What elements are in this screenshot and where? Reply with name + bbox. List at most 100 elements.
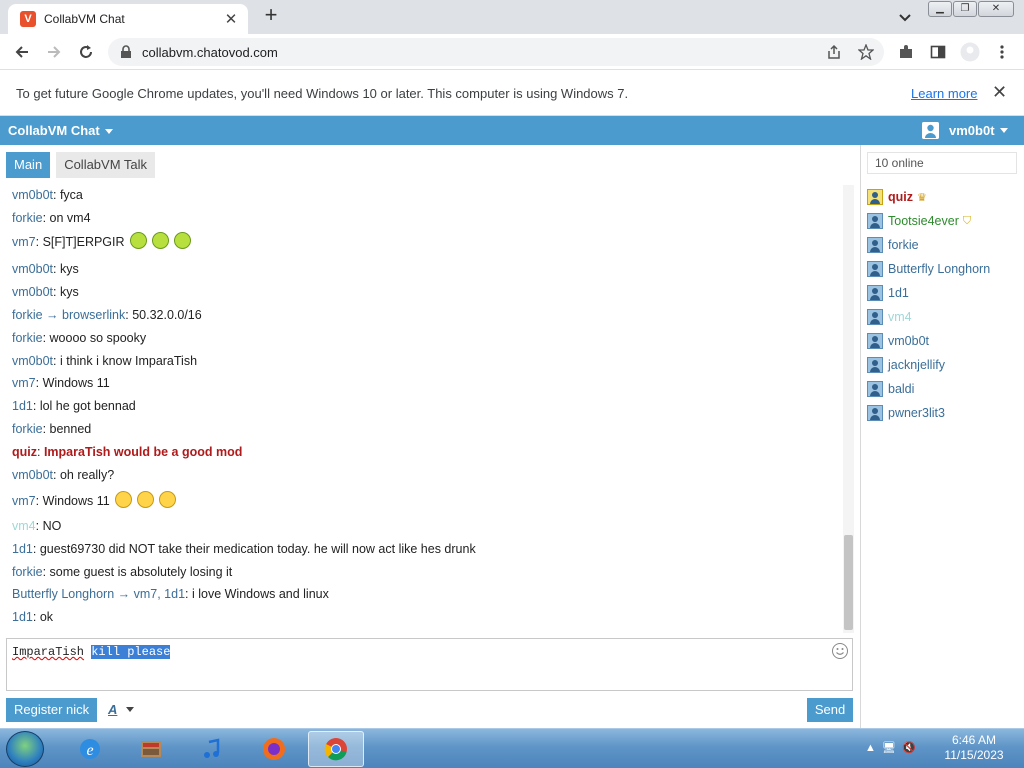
user-list-item[interactable]: forkie — [867, 235, 919, 255]
back-button[interactable] — [10, 40, 34, 64]
message-row: Butterfly Longhorn → vm7, 1d1: i love Wi… — [12, 584, 329, 604]
message-nick[interactable]: vm0b0t — [12, 262, 53, 276]
user-list-item[interactable]: 1d1 — [867, 283, 909, 303]
message-text: 50.32.0.0/16 — [132, 308, 202, 322]
message-nick[interactable]: forkie — [12, 565, 43, 579]
reload-button[interactable] — [74, 40, 98, 64]
chevron-down-icon — [104, 129, 113, 135]
user-list-item[interactable]: vm4 — [867, 307, 912, 327]
message-row: vm0b0t: fyca — [12, 185, 83, 205]
file-manager-icon[interactable] — [123, 731, 179, 767]
taskbar-clock[interactable]: 6:46 AM 11/15/2023 — [936, 733, 1012, 763]
reload-icon — [80, 45, 92, 58]
user-list-item[interactable]: Butterfly Longhorn — [867, 259, 990, 279]
user-list-item[interactable]: pwner3lit3 — [867, 403, 945, 423]
tab-main[interactable]: Main — [6, 152, 51, 178]
extensions-puzzle-icon[interactable] — [894, 40, 918, 64]
itunes-icon[interactable] — [184, 731, 240, 767]
browser-tab[interactable]: V CollabVM Chat ✕ — [8, 4, 248, 34]
message-nick[interactable]: forkie — [12, 331, 43, 345]
message-text: ok — [39, 610, 54, 624]
chrome-menu-icon[interactable] — [990, 40, 1014, 64]
user-icon — [867, 309, 883, 325]
update-infobar: To get future Google Chrome updates, you… — [0, 70, 1024, 116]
message-text: fyca — [59, 188, 83, 202]
infobar-close-icon[interactable]: ✕ — [992, 82, 1007, 103]
message-scrollbar[interactable] — [843, 185, 854, 633]
collabvm-favicon-icon: V — [20, 11, 36, 27]
message-input[interactable]: ImparaTish kill please — [6, 638, 853, 691]
message-nick[interactable]: Butterfly Longhorn — [12, 587, 114, 601]
message-nick[interactable]: vm0b0t — [12, 468, 53, 482]
message-nick[interactable]: vm0b0t — [12, 188, 53, 202]
message-nick[interactable]: vm0b0t — [12, 354, 53, 368]
tab-collabvm-talk[interactable]: CollabVM Talk — [56, 152, 156, 178]
font-format-icon: A — [108, 702, 118, 717]
message-recipient[interactable]: browserlink — [62, 308, 125, 322]
chrome-icon[interactable] — [308, 731, 364, 767]
user-icon — [867, 333, 883, 349]
tab-search-chevron-icon[interactable] — [896, 9, 914, 27]
input-selected-text: kill please — [91, 645, 171, 659]
start-button[interactable] — [6, 731, 44, 767]
user-list-item[interactable]: jacknjellify — [867, 355, 945, 375]
system-tray-icons[interactable]: ▲ 🖥 🔇 — [865, 741, 916, 754]
message-row: vm7: Windows 11 — [12, 373, 110, 393]
chat-main: Main CollabVM Talk vm0b0t: fyca forkie: o… — [0, 145, 860, 728]
user-list-item[interactable]: baldi — [867, 379, 914, 399]
svg-text:e: e — [86, 742, 93, 759]
app-title-menu[interactable]: CollabVM Chat — [8, 123, 113, 138]
message-nick[interactable]: vm4 — [12, 519, 36, 533]
message-nick[interactable]: vm7 — [12, 235, 36, 249]
send-button[interactable]: Send — [807, 698, 853, 722]
user-icon — [922, 122, 939, 139]
message-nick[interactable]: 1d1 — [12, 542, 33, 556]
profile-avatar-icon[interactable] — [958, 40, 982, 64]
user-menu[interactable]: vm0b0t — [922, 122, 1008, 139]
text-format-button[interactable]: A — [108, 702, 135, 717]
user-list-item[interactable]: Tootsie4ever ⛉ — [867, 211, 971, 231]
message-nick[interactable]: vm0b0t — [12, 285, 53, 299]
new-tab-button[interactable]: + — [259, 4, 283, 28]
user-list-panel: 10 online quiz ♛ Tootsie4ever ⛉ forkie Butter… — [860, 145, 1024, 728]
message-nick[interactable]: forkie — [12, 422, 43, 436]
restore-button[interactable]: ❐ — [953, 1, 977, 17]
user-list-item[interactable]: vm0b0t — [867, 331, 929, 351]
share-icon[interactable] — [822, 40, 846, 64]
firefox-icon[interactable] — [246, 731, 302, 767]
internet-explorer-icon[interactable]: e — [62, 731, 118, 767]
scrollbar-thumb[interactable] — [844, 535, 853, 630]
learn-more-link[interactable]: Learn more — [911, 86, 977, 101]
nick-separator: : — [42, 422, 50, 436]
message-nick[interactable]: 1d1 — [12, 610, 33, 624]
message-nick[interactable]: forkie — [12, 308, 43, 322]
forward-button[interactable] — [42, 40, 66, 64]
address-bar[interactable]: collabvm.chatovod.com — [108, 38, 884, 66]
message-text: Windows 11 — [42, 494, 110, 508]
side-panel-icon[interactable] — [926, 40, 950, 64]
tab-close-icon[interactable]: ✕ — [222, 10, 240, 28]
message-nick[interactable]: quiz — [12, 445, 37, 459]
message-nick[interactable]: 1d1 — [12, 399, 33, 413]
url-text: collabvm.chatovod.com — [142, 44, 278, 60]
windows-taskbar: e ▲ 🖥 🔇 6:46 AM 11/15/2023 — [0, 728, 1024, 768]
emoji-picker-icon[interactable] — [832, 643, 848, 659]
message-nick[interactable]: vm7 — [12, 494, 36, 508]
message-row: vm0b0t: kys — [12, 282, 79, 302]
message-nick[interactable]: vm7 — [12, 376, 36, 390]
nick-separator: : — [32, 542, 40, 556]
message-recipient[interactable]: vm7, 1d1 — [134, 587, 185, 601]
browser-tabstrip: V CollabVM Chat ✕ + ▁ ❐ ✕ — [0, 0, 1024, 34]
message-row: vm7: S[F]T]ERPGIR — [12, 232, 191, 252]
window-close-button[interactable]: ✕ — [978, 1, 1014, 17]
register-nick-button[interactable]: Register nick — [6, 698, 98, 722]
message-nick[interactable]: forkie — [12, 211, 43, 225]
user-name: vm4 — [888, 310, 912, 324]
message-row: 1d1: ok — [12, 607, 53, 627]
private-message-arrow-icon: → — [114, 587, 134, 601]
minimize-button[interactable]: ▁ — [928, 1, 952, 17]
bookmark-star-icon[interactable] — [854, 40, 878, 64]
message-row: forkie: woooo so spooky — [12, 328, 146, 348]
user-list-item[interactable]: quiz ♛ — [867, 187, 927, 207]
message-text: kys — [59, 285, 79, 299]
